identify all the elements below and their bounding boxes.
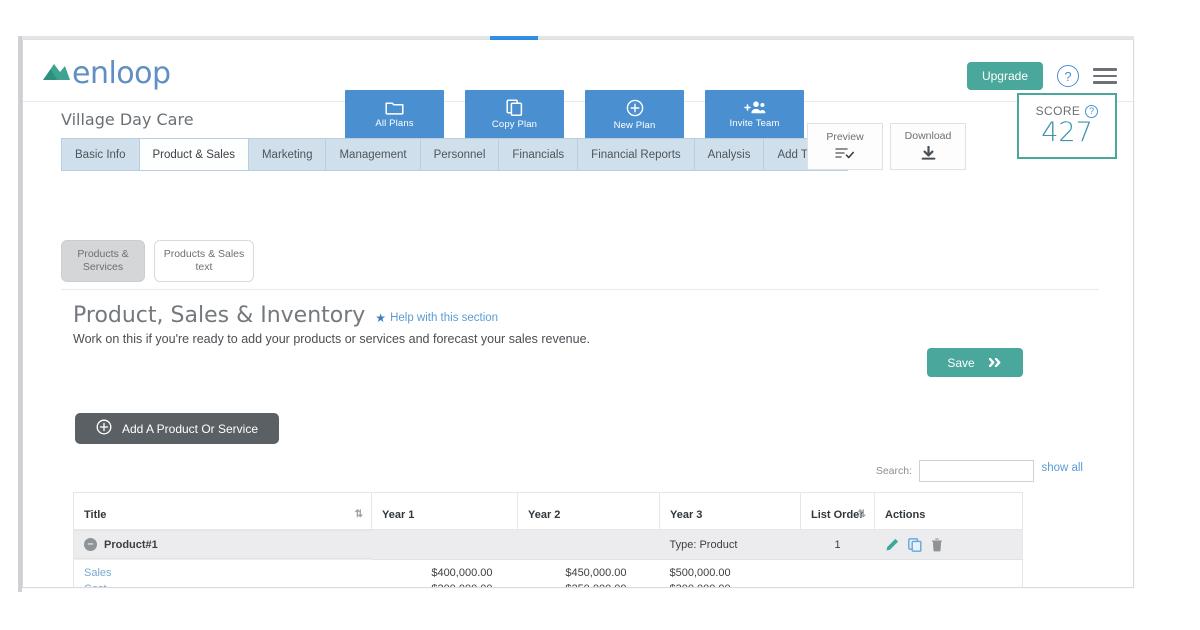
row-sales-list-order	[800, 559, 875, 581]
row-actions	[885, 537, 1013, 552]
row-label-cost[interactable]: Cost	[73, 581, 372, 587]
content-divider	[61, 289, 1099, 290]
column-header-list-order[interactable]: List Order ⇅	[800, 492, 875, 530]
row-cost-actions	[874, 581, 1023, 587]
column-header-title[interactable]: Title ⇅	[73, 492, 372, 530]
sub-tabs: Products & Services Products & Sales tex…	[61, 240, 254, 282]
edit-pencil-icon[interactable]	[885, 538, 899, 552]
subtab-products-sales-text-label: Products & Sales text	[164, 248, 245, 274]
plus-circle-icon	[96, 419, 112, 438]
group-type-cell: Type: Product	[659, 529, 801, 560]
tab-management[interactable]: Management	[325, 138, 420, 171]
row-cost-year1: $200,000.00	[371, 581, 518, 587]
page-title: Village Day Care	[61, 110, 194, 129]
app-header: enloop All Plans Copy Plan New Plan Invi…	[23, 40, 1133, 139]
group-actions-cell	[874, 529, 1023, 560]
help-link-label: Help with this section	[390, 312, 499, 324]
section-tabs-row: Basic Info Product & Sales Marketing Man…	[23, 123, 1133, 172]
brand-logo[interactable]: enloop	[41, 56, 171, 91]
download-arrow-icon	[921, 145, 936, 163]
plan-title-row: Village Day Care SCORE ? 427	[23, 93, 1133, 159]
section-tabs: Basic Info Product & Sales Marketing Man…	[61, 138, 848, 171]
table-row: Sales $400,000.00 $450,000.00 $500,000.0…	[73, 559, 1023, 581]
hamburger-menu-icon[interactable]	[1093, 68, 1117, 84]
table-body: – Product#1 Type: Product 1 Sales $400,0…	[73, 529, 1023, 587]
subtab-line1: Products &	[77, 248, 129, 260]
question-circle-icon[interactable]: ?	[1057, 65, 1079, 87]
show-all-link[interactable]: show all	[1041, 462, 1083, 474]
search-label: Search:	[875, 465, 912, 477]
tab-financials[interactable]: Financials	[498, 138, 578, 171]
search-input[interactable]	[919, 460, 1034, 482]
row-cost-list-order	[800, 581, 875, 587]
delete-trash-icon[interactable]	[931, 538, 943, 552]
score-label: SCORE	[1035, 104, 1081, 119]
help-with-section-link[interactable]: ★ Help with this section	[375, 311, 498, 325]
duplicate-icon[interactable]	[907, 537, 922, 552]
row-sales-year2: $450,000.00	[517, 559, 660, 581]
row-sales-year3: $500,000.00	[659, 559, 801, 581]
table-group-row: – Product#1 Type: Product 1	[74, 529, 1023, 560]
group-product-name: Product#1	[104, 538, 158, 551]
brand-name: enloop	[72, 56, 171, 91]
score-label-row: SCORE ?	[1036, 104, 1099, 118]
subtab-line2: text	[195, 261, 213, 273]
column-header-actions: Actions	[874, 492, 1023, 530]
subtab-line2: Services	[82, 261, 124, 273]
row-sales-actions	[874, 559, 1023, 581]
column-header-year3[interactable]: Year 3	[659, 492, 801, 530]
subtab-line1: Products & Sales	[163, 248, 245, 260]
tab-product-sales[interactable]: Product & Sales	[138, 138, 248, 171]
preview-label: Preview	[826, 131, 864, 143]
sort-updown-icon[interactable]: ⇅	[355, 509, 363, 520]
section-heading: Product, Sales & Inventory	[73, 303, 366, 328]
group-list-order-cell: 1	[800, 529, 875, 560]
save-label: Save	[947, 355, 975, 370]
column-title-label: Title	[84, 509, 107, 521]
section-description: Work on this if you're ready to add your…	[73, 332, 590, 346]
tab-personnel[interactable]: Personnel	[419, 138, 499, 171]
double-chevron-right-icon	[988, 356, 1003, 370]
preview-download-group: Preview Download	[807, 123, 966, 170]
minus-circle-icon[interactable]: –	[84, 538, 97, 551]
table-head: Title ⇅ Year 1 Year 2 Year 3 List Order …	[73, 492, 1023, 530]
row-sales-year1: $400,000.00	[371, 559, 518, 581]
tab-marketing[interactable]: Marketing	[247, 138, 326, 171]
products-table: Title ⇅ Year 1 Year 2 Year 3 List Order …	[73, 492, 1023, 587]
column-header-year1[interactable]: Year 1	[371, 492, 518, 530]
star-icon: ★	[375, 311, 387, 325]
column-list-order-label: List Order	[811, 509, 864, 521]
row-label-sales[interactable]: Sales	[73, 559, 372, 581]
download-button[interactable]: Download	[890, 123, 966, 170]
tab-analysis[interactable]: Analysis	[693, 138, 764, 171]
subtab-products-services[interactable]: Products & Services	[61, 240, 145, 282]
sort-updown-icon[interactable]: ⇅	[858, 509, 866, 520]
column-header-year2[interactable]: Year 2	[517, 492, 660, 530]
tab-financial-reports[interactable]: Financial Reports	[577, 138, 694, 171]
group-year1-cell	[371, 529, 518, 560]
upgrade-button[interactable]: Upgrade	[966, 62, 1043, 90]
table-header-row: Title ⇅ Year 1 Year 2 Year 3 List Order …	[73, 492, 1023, 530]
search-row: Search:	[876, 460, 1034, 482]
group-year2-cell	[517, 529, 660, 560]
add-product-label: Add A Product Or Service	[121, 421, 259, 436]
add-product-or-service-button[interactable]: Add A Product Or Service	[75, 413, 279, 444]
list-check-icon	[835, 147, 855, 162]
subtab-products-services-label: Products & Services	[77, 248, 128, 274]
save-button[interactable]: Save	[927, 348, 1023, 377]
header-right-controls: Upgrade ?	[966, 62, 1117, 90]
download-label: Download	[904, 130, 952, 142]
mountain-chart-logo-icon	[41, 60, 71, 87]
subtab-products-sales-text[interactable]: Products & Sales text	[154, 240, 254, 282]
app-window: enloop All Plans Copy Plan New Plan Invi…	[22, 40, 1134, 588]
row-cost-year3: $300,000.00	[659, 581, 801, 587]
section-header: Product, Sales & Inventory ★ Help with t…	[73, 303, 498, 328]
score-help-icon[interactable]: ?	[1085, 104, 1099, 118]
row-cost-year2: $250,000.00	[517, 581, 660, 587]
group-name-cell: – Product#1	[74, 530, 372, 559]
preview-button[interactable]: Preview	[807, 123, 883, 170]
tab-basic-info[interactable]: Basic Info	[61, 138, 139, 171]
table-row: Cost $200,000.00 $250,000.00 $300,000.00	[73, 581, 1023, 587]
